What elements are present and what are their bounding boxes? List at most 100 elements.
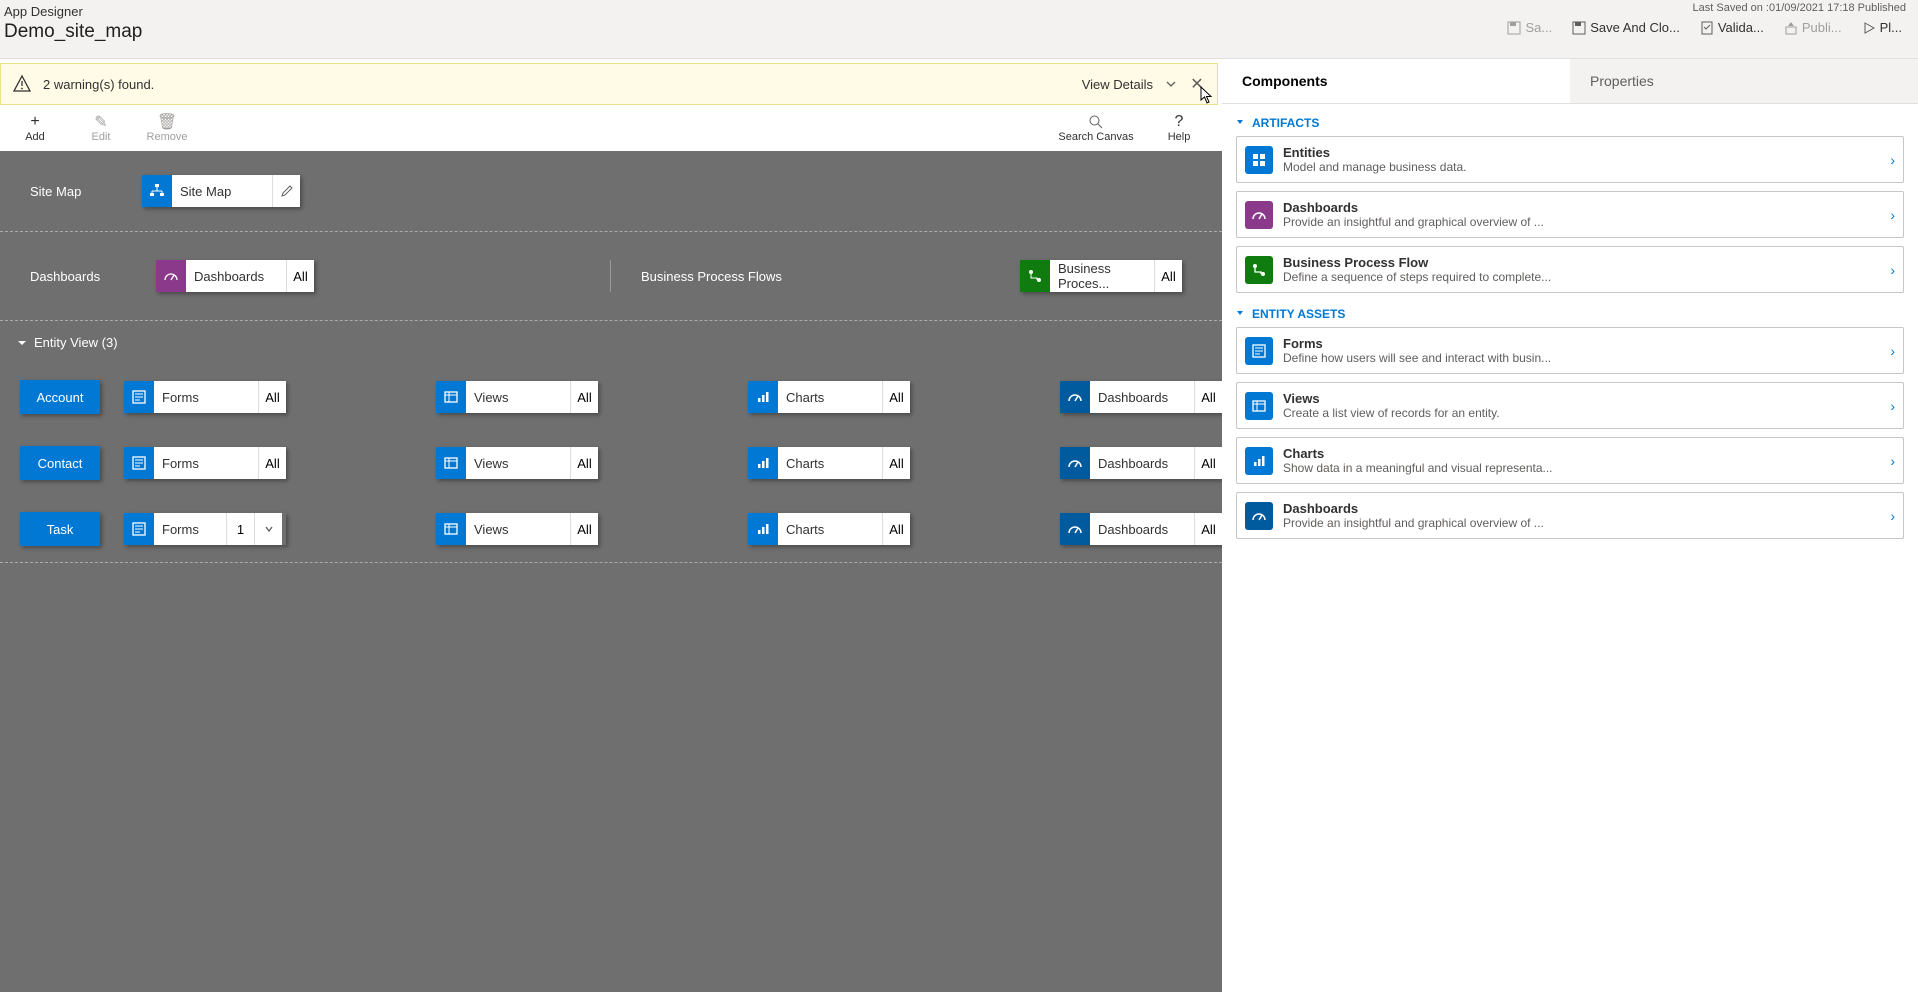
chevron-right-icon: › [1890, 398, 1895, 414]
asset-count: All [882, 381, 910, 413]
asset-count: All [882, 513, 910, 545]
publish-icon [1784, 21, 1798, 35]
search-icon [1088, 113, 1104, 131]
form-icon [124, 381, 154, 413]
flow-icon [1020, 260, 1050, 292]
search-canvas-button[interactable]: Search Canvas [1056, 109, 1136, 147]
save-icon [1507, 21, 1521, 35]
entity-chip[interactable]: Task [20, 512, 100, 546]
header: App Designer Demo_site_map Last Saved on… [0, 0, 1918, 58]
component-card[interactable]: Views Create a list view of records for … [1236, 382, 1904, 429]
add-button[interactable]: +Add [12, 109, 58, 147]
asset-count: All [882, 447, 910, 479]
dashboards-tile[interactable]: Dashboards All [1060, 513, 1222, 545]
entity-chip[interactable]: Contact [20, 446, 100, 480]
card-title: Business Process Flow [1283, 255, 1880, 270]
app-designer-label: App Designer [4, 4, 142, 19]
card-title: Charts [1283, 446, 1880, 461]
dashboards-count: All [286, 260, 314, 292]
views-tile[interactable]: Views All [436, 447, 598, 479]
forms-tile[interactable]: Forms 1 [124, 513, 286, 545]
play-button[interactable]: Pl... [1856, 16, 1908, 39]
component-card[interactable]: Business Process Flow Define a sequence … [1236, 246, 1904, 293]
help-button[interactable]: ?Help [1156, 109, 1202, 147]
asset-count: All [1194, 381, 1222, 413]
entity-row: Task Forms 1 Views All Charts All Dashbo… [0, 496, 1222, 562]
chart-icon [748, 513, 778, 545]
chevron-right-icon: › [1890, 152, 1895, 168]
charts-tile[interactable]: Charts All [748, 447, 910, 479]
view-icon [436, 381, 466, 413]
chevron-down-icon[interactable] [254, 513, 282, 545]
asset-count: All [1194, 513, 1222, 545]
asset-count: 1 [226, 513, 254, 545]
caret-down-icon [1236, 309, 1246, 319]
form-icon [124, 447, 154, 479]
chart-icon [748, 447, 778, 479]
plus-icon: + [30, 113, 39, 131]
pencil-icon: ✎ [94, 113, 107, 131]
sitemap-edit-button[interactable] [272, 175, 300, 207]
chevron-right-icon: › [1890, 207, 1895, 223]
asset-count: All [570, 513, 598, 545]
bpf-count: All [1154, 260, 1182, 292]
dashboards-tile[interactable]: Dashboards All [156, 260, 314, 292]
warning-icon [11, 73, 33, 95]
save-and-close-button[interactable]: Save And Clo... [1566, 16, 1686, 39]
validate-icon [1700, 21, 1714, 35]
card-title: Dashboards [1283, 200, 1880, 215]
component-card[interactable]: Dashboards Provide an insightful and gra… [1236, 191, 1904, 238]
views-tile[interactable]: Views All [436, 513, 598, 545]
entity-view-header[interactable]: Entity View (3) [0, 321, 1222, 364]
form-icon [1245, 337, 1273, 365]
trash-icon: 🗑 [157, 113, 177, 131]
chevron-right-icon: › [1890, 508, 1895, 524]
tab-components[interactable]: Components [1222, 59, 1570, 103]
remove-button: 🗑Remove [144, 109, 190, 147]
charts-tile[interactable]: Charts All [748, 381, 910, 413]
dashboards-tile[interactable]: Dashboards All [1060, 447, 1222, 479]
card-desc: Define how users will see and interact w… [1283, 351, 1880, 365]
card-desc: Provide an insightful and graphical over… [1283, 215, 1880, 229]
forms-tile[interactable]: Forms All [124, 447, 286, 479]
card-desc: Model and manage business data. [1283, 160, 1880, 174]
cursor-icon [68, 59, 84, 79]
toolbar-actions: Sa... Save And Clo... Valida... Publi...… [1501, 16, 1908, 39]
entity-chip[interactable]: Account [20, 380, 100, 414]
charts-tile[interactable]: Charts All [748, 513, 910, 545]
component-card[interactable]: Charts Show data in a meaningful and vis… [1236, 437, 1904, 484]
warning-expand-button[interactable] [1161, 74, 1181, 94]
asset-count: All [258, 447, 286, 479]
asset-count: All [1194, 447, 1222, 479]
card-title: Forms [1283, 336, 1880, 351]
help-icon: ? [1175, 113, 1184, 131]
tab-properties[interactable]: Properties [1570, 59, 1918, 103]
gauge-icon [156, 260, 186, 292]
component-card[interactable]: Entities Model and manage business data.… [1236, 136, 1904, 183]
warning-bar: 2 warning(s) found. View Details ✕ [0, 63, 1218, 105]
chevron-right-icon: › [1890, 453, 1895, 469]
canvas: Site Map Site Map Dashboards Dashbo [0, 151, 1222, 992]
save-close-icon [1572, 21, 1586, 35]
forms-tile[interactable]: Forms All [124, 381, 286, 413]
caret-down-icon [1236, 118, 1246, 128]
component-card[interactable]: Dashboards Provide an insightful and gra… [1236, 492, 1904, 539]
warning-text: 2 warning(s) found. [43, 77, 1082, 92]
validate-button[interactable]: Valida... [1694, 16, 1770, 39]
entity-assets-header[interactable]: ENTITY ASSETS [1236, 301, 1904, 327]
side-panel: Components Properties ARTIFACTS Entities… [1222, 59, 1918, 992]
bpf-tile[interactable]: Business Proces... All [1020, 260, 1182, 292]
sitemap-tile[interactable]: Site Map [142, 175, 300, 207]
dashboards-label: Dashboards [30, 269, 116, 284]
view-details-link[interactable]: View Details [1082, 77, 1153, 92]
dashboards-tile[interactable]: Dashboards All [1060, 381, 1222, 413]
warning-close-button[interactable]: ✕ [1187, 74, 1207, 94]
artifacts-header[interactable]: ARTIFACTS [1236, 110, 1904, 136]
flow-icon [1245, 256, 1273, 284]
asset-count: All [570, 381, 598, 413]
bpf-label: Business Process Flows [641, 269, 801, 284]
sitemap-label: Site Map [30, 184, 102, 199]
views-tile[interactable]: Views All [436, 381, 598, 413]
component-card[interactable]: Forms Define how users will see and inte… [1236, 327, 1904, 374]
app-name: Demo_site_map [4, 21, 142, 43]
